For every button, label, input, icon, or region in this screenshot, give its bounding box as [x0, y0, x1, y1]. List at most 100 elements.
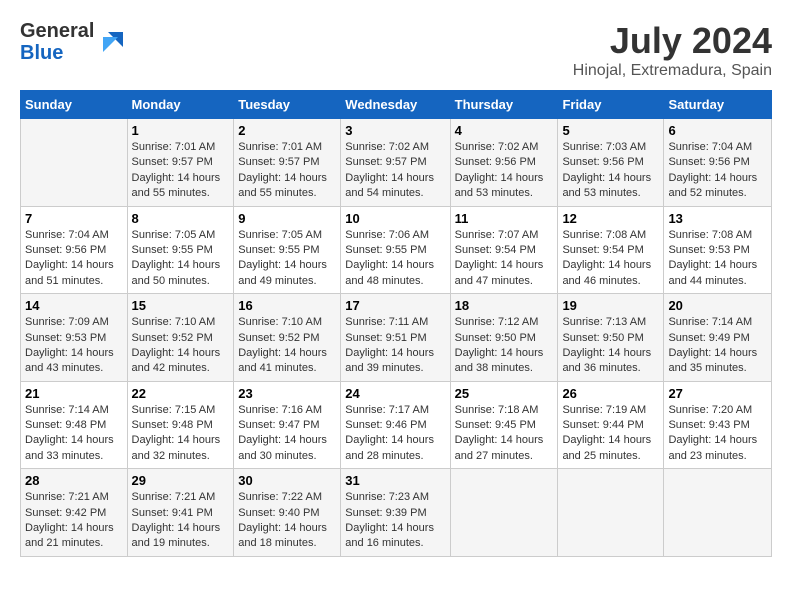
calendar-week-row: 7 Sunrise: 7:04 AM Sunset: 9:56 PM Daylig…	[21, 206, 772, 294]
calendar-cell: 30 Sunrise: 7:22 AM Sunset: 9:40 PM Dayli…	[234, 469, 341, 557]
day-info: Sunrise: 7:08 AM Sunset: 9:53 PM Dayligh…	[668, 228, 767, 290]
header-day: Friday	[558, 91, 664, 119]
header-day: Monday	[127, 91, 234, 119]
day-info: Sunrise: 7:16 AM Sunset: 9:47 PM Dayligh…	[238, 403, 336, 465]
day-info: Sunrise: 7:13 AM Sunset: 9:50 PM Dayligh…	[562, 315, 659, 377]
location: Hinojal, Extremadura, Spain	[573, 62, 772, 80]
day-number: 16	[238, 298, 336, 313]
calendar-cell: 8Sunrise: 7:05 AM Sunset: 9:55 PM Daylig…	[127, 206, 234, 294]
calendar-week-row: 28 Sunrise: 7:21 AM Sunset: 9:42 PM Dayli…	[21, 469, 772, 557]
day-info: Sunrise: 7:04 AM Sunset: 9:56 PM Dayligh…	[25, 228, 123, 290]
calendar-cell: 21Sunrise: 7:14 AM Sunset: 9:48 PM Dayli…	[21, 381, 128, 469]
day-number: 2	[238, 123, 336, 138]
calendar-cell: 4 Sunrise: 7:02 AM Sunset: 9:56 PM Daylig…	[450, 119, 558, 207]
day-number: 30	[238, 473, 336, 488]
calendar-cell: 7 Sunrise: 7:04 AM Sunset: 9:56 PM Daylig…	[21, 206, 128, 294]
day-info: Sunrise: 7:10 AM Sunset: 9:52 PM Dayligh…	[132, 315, 230, 377]
day-info: Sunrise: 7:17 AM Sunset: 9:46 PM Dayligh…	[345, 403, 445, 465]
day-number: 19	[562, 298, 659, 313]
day-info: Sunrise: 7:15 AM Sunset: 9:48 PM Dayligh…	[132, 403, 230, 465]
calendar-cell: 13 Sunrise: 7:08 AM Sunset: 9:53 PM Dayli…	[664, 206, 772, 294]
calendar-cell: 28 Sunrise: 7:21 AM Sunset: 9:42 PM Dayli…	[21, 469, 128, 557]
day-number: 6	[668, 123, 767, 138]
calendar-cell: 9 Sunrise: 7:05 AM Sunset: 9:55 PM Daylig…	[234, 206, 341, 294]
calendar-cell: 25 Sunrise: 7:18 AM Sunset: 9:45 PM Dayli…	[450, 381, 558, 469]
calendar-cell: 12 Sunrise: 7:08 AM Sunset: 9:54 PM Dayli…	[558, 206, 664, 294]
calendar-week-row: 14Sunrise: 7:09 AM Sunset: 9:53 PM Dayli…	[21, 294, 772, 382]
day-number: 14	[25, 298, 123, 313]
day-number: 23	[238, 386, 336, 401]
day-info: Sunrise: 7:02 AM Sunset: 9:57 PM Dayligh…	[345, 140, 445, 202]
calendar-cell	[21, 119, 128, 207]
day-info: Sunrise: 7:01 AM Sunset: 9:57 PM Dayligh…	[132, 140, 230, 202]
day-number: 10	[345, 211, 445, 226]
calendar-cell: 18 Sunrise: 7:12 AM Sunset: 9:50 PM Dayli…	[450, 294, 558, 382]
day-number: 17	[345, 298, 445, 313]
day-number: 21	[25, 386, 123, 401]
calendar-cell: 17 Sunrise: 7:11 AM Sunset: 9:51 PM Dayli…	[341, 294, 450, 382]
day-number: 26	[562, 386, 659, 401]
calendar-cell: 20 Sunrise: 7:14 AM Sunset: 9:49 PM Dayli…	[664, 294, 772, 382]
calendar-cell: 23 Sunrise: 7:16 AM Sunset: 9:47 PM Dayli…	[234, 381, 341, 469]
day-number: 3	[345, 123, 445, 138]
day-number: 20	[668, 298, 767, 313]
calendar-cell: 1 Sunrise: 7:01 AM Sunset: 9:57 PM Daylig…	[127, 119, 234, 207]
calendar-cell: 14Sunrise: 7:09 AM Sunset: 9:53 PM Dayli…	[21, 294, 128, 382]
day-info: Sunrise: 7:12 AM Sunset: 9:50 PM Dayligh…	[455, 315, 554, 377]
day-info: Sunrise: 7:05 AM Sunset: 9:55 PM Dayligh…	[238, 228, 336, 290]
calendar-cell: 16 Sunrise: 7:10 AM Sunset: 9:52 PM Dayli…	[234, 294, 341, 382]
header-day: Thursday	[450, 91, 558, 119]
day-info: Sunrise: 7:21 AM Sunset: 9:41 PM Dayligh…	[132, 490, 230, 552]
day-info: Sunrise: 7:10 AM Sunset: 9:52 PM Dayligh…	[238, 315, 336, 377]
day-info: Sunrise: 7:22 AM Sunset: 9:40 PM Dayligh…	[238, 490, 336, 552]
day-info: Sunrise: 7:05 AM Sunset: 9:55 PM Dayligh…	[132, 228, 230, 290]
day-info: Sunrise: 7:21 AM Sunset: 9:42 PM Dayligh…	[25, 490, 123, 552]
day-number: 18	[455, 298, 554, 313]
day-number: 28	[25, 473, 123, 488]
day-info: Sunrise: 7:08 AM Sunset: 9:54 PM Dayligh…	[562, 228, 659, 290]
day-number: 11	[455, 211, 554, 226]
header-day: Tuesday	[234, 91, 341, 119]
calendar-table: SundayMondayTuesdayWednesdayThursdayFrid…	[20, 90, 772, 557]
day-info: Sunrise: 7:03 AM Sunset: 9:56 PM Dayligh…	[562, 140, 659, 202]
calendar-week-row: 1 Sunrise: 7:01 AM Sunset: 9:57 PM Daylig…	[21, 119, 772, 207]
calendar-cell: 15Sunrise: 7:10 AM Sunset: 9:52 PM Dayli…	[127, 294, 234, 382]
logo-blue: Blue	[20, 42, 94, 64]
title-block: July 2024 Hinojal, Extremadura, Spain	[573, 20, 772, 80]
day-number: 29	[132, 473, 230, 488]
day-info: Sunrise: 7:07 AM Sunset: 9:54 PM Dayligh…	[455, 228, 554, 290]
calendar-cell: 11 Sunrise: 7:07 AM Sunset: 9:54 PM Dayli…	[450, 206, 558, 294]
logo-icon	[98, 27, 128, 57]
logo: General Blue	[20, 20, 128, 64]
day-number: 1	[132, 123, 230, 138]
day-number: 25	[455, 386, 554, 401]
day-info: Sunrise: 7:14 AM Sunset: 9:49 PM Dayligh…	[668, 315, 767, 377]
calendar-cell: 26 Sunrise: 7:19 AM Sunset: 9:44 PM Dayli…	[558, 381, 664, 469]
day-info: Sunrise: 7:02 AM Sunset: 9:56 PM Dayligh…	[455, 140, 554, 202]
month-year: July 2024	[573, 20, 772, 62]
calendar-cell: 3 Sunrise: 7:02 AM Sunset: 9:57 PM Daylig…	[341, 119, 450, 207]
calendar-cell: 31 Sunrise: 7:23 AM Sunset: 9:39 PM Dayli…	[341, 469, 450, 557]
day-info: Sunrise: 7:01 AM Sunset: 9:57 PM Dayligh…	[238, 140, 336, 202]
day-number: 12	[562, 211, 659, 226]
day-number: 9	[238, 211, 336, 226]
day-info: Sunrise: 7:18 AM Sunset: 9:45 PM Dayligh…	[455, 403, 554, 465]
calendar-cell: 24Sunrise: 7:17 AM Sunset: 9:46 PM Dayli…	[341, 381, 450, 469]
page-header: General Blue July 2024 Hinojal, Extremad…	[20, 20, 772, 80]
header-day: Wednesday	[341, 91, 450, 119]
header-row: SundayMondayTuesdayWednesdayThursdayFrid…	[21, 91, 772, 119]
calendar-cell: 27Sunrise: 7:20 AM Sunset: 9:43 PM Dayli…	[664, 381, 772, 469]
calendar-cell: 2 Sunrise: 7:01 AM Sunset: 9:57 PM Daylig…	[234, 119, 341, 207]
day-number: 13	[668, 211, 767, 226]
day-info: Sunrise: 7:23 AM Sunset: 9:39 PM Dayligh…	[345, 490, 445, 552]
calendar-cell: 5Sunrise: 7:03 AM Sunset: 9:56 PM Daylig…	[558, 119, 664, 207]
calendar-cell: 22 Sunrise: 7:15 AM Sunset: 9:48 PM Dayli…	[127, 381, 234, 469]
day-number: 4	[455, 123, 554, 138]
day-number: 7	[25, 211, 123, 226]
calendar-cell	[450, 469, 558, 557]
day-number: 31	[345, 473, 445, 488]
day-number: 22	[132, 386, 230, 401]
day-info: Sunrise: 7:19 AM Sunset: 9:44 PM Dayligh…	[562, 403, 659, 465]
day-number: 27	[668, 386, 767, 401]
day-info: Sunrise: 7:11 AM Sunset: 9:51 PM Dayligh…	[345, 315, 445, 377]
